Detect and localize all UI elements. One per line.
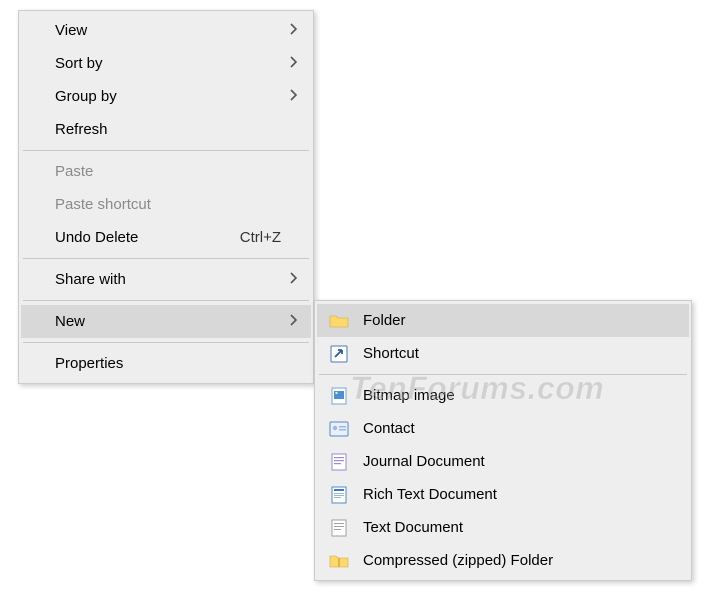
menu-item-sort-by[interactable]: Sort by	[21, 47, 311, 80]
menu-item-bitmap[interactable]: Bitmap image	[317, 379, 689, 412]
menu-item-refresh[interactable]: Refresh	[21, 113, 311, 146]
menu-item-contact[interactable]: Contact	[317, 412, 689, 445]
menu-item-label: Compressed (zipped) Folder	[363, 552, 671, 569]
shortcut-icon	[329, 344, 349, 364]
menu-item-view[interactable]: View	[21, 14, 311, 47]
zip-icon	[329, 551, 349, 571]
rtf-icon	[329, 485, 349, 505]
menu-item-label: View	[55, 22, 281, 39]
menu-item-journal[interactable]: Journal Document	[317, 445, 689, 478]
menu-item-share-with[interactable]: Share with	[21, 263, 311, 296]
menu-item-paste-shortcut: Paste shortcut	[21, 188, 311, 221]
menu-item-shortcut: Ctrl+Z	[240, 229, 281, 246]
menu-item-label: New	[55, 313, 281, 330]
chevron-right-icon	[289, 313, 299, 331]
chevron-right-icon	[289, 22, 299, 40]
desktop-context-menu: View Sort by Group by Refresh Paste Past…	[18, 10, 314, 384]
menu-item-label: Paste	[55, 163, 281, 180]
menu-item-label: Undo Delete	[55, 229, 228, 246]
menu-item-label: Folder	[363, 312, 671, 329]
folder-icon	[329, 311, 349, 331]
chevron-right-icon	[289, 271, 299, 289]
menu-item-paste: Paste	[21, 155, 311, 188]
menu-item-zip[interactable]: Compressed (zipped) Folder	[317, 544, 689, 577]
contact-icon	[329, 419, 349, 439]
menu-item-text[interactable]: Text Document	[317, 511, 689, 544]
menu-item-label: Properties	[55, 355, 281, 372]
menu-item-rtf[interactable]: Rich Text Document	[317, 478, 689, 511]
menu-item-undo-delete[interactable]: Undo Delete Ctrl+Z	[21, 221, 311, 254]
menu-item-label: Journal Document	[363, 453, 671, 470]
menu-separator	[319, 374, 687, 375]
menu-separator	[23, 150, 309, 151]
menu-item-label: Refresh	[55, 121, 281, 138]
menu-item-label: Sort by	[55, 55, 281, 72]
bitmap-icon	[329, 386, 349, 406]
menu-item-label: Paste shortcut	[55, 196, 281, 213]
menu-item-properties[interactable]: Properties	[21, 347, 311, 380]
menu-item-new[interactable]: New	[21, 305, 311, 338]
menu-item-folder[interactable]: Folder	[317, 304, 689, 337]
menu-item-label: Share with	[55, 271, 281, 288]
menu-item-shortcut[interactable]: Shortcut	[317, 337, 689, 370]
text-icon	[329, 518, 349, 538]
menu-item-group-by[interactable]: Group by	[21, 80, 311, 113]
menu-item-label: Bitmap image	[363, 387, 671, 404]
new-submenu: Folder Shortcut Bitmap image Contact Jou…	[314, 300, 692, 581]
menu-separator	[23, 342, 309, 343]
menu-item-label: Rich Text Document	[363, 486, 671, 503]
menu-separator	[23, 258, 309, 259]
chevron-right-icon	[289, 88, 299, 106]
menu-item-label: Text Document	[363, 519, 671, 536]
menu-separator	[23, 300, 309, 301]
menu-item-label: Contact	[363, 420, 671, 437]
journal-icon	[329, 452, 349, 472]
menu-item-label: Shortcut	[363, 345, 671, 362]
menu-item-label: Group by	[55, 88, 281, 105]
chevron-right-icon	[289, 55, 299, 73]
